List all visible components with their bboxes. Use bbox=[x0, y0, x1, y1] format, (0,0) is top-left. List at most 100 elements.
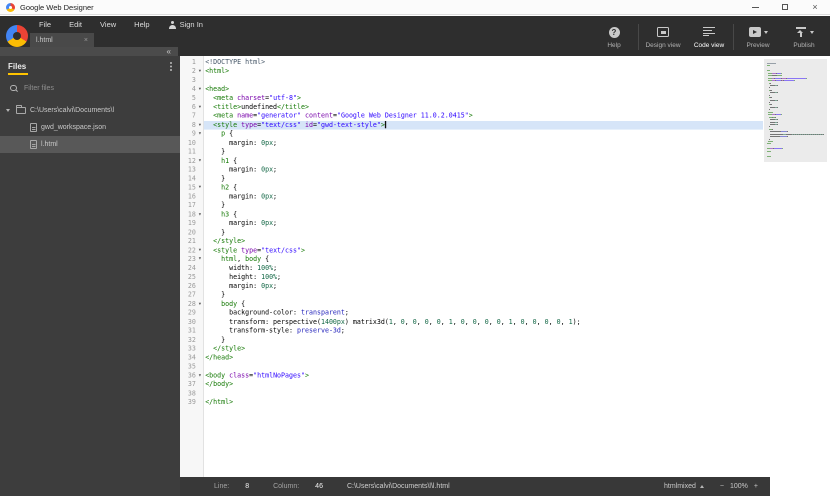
collapse-panel-button[interactable]: « bbox=[167, 47, 171, 56]
minimap-line bbox=[767, 126, 824, 128]
fold-marker-icon[interactable]: ▾ bbox=[196, 300, 204, 309]
preview-icon bbox=[748, 27, 761, 37]
line-number: 3 bbox=[191, 76, 196, 84]
menu-help[interactable]: Help bbox=[125, 20, 158, 29]
fold-gutter bbox=[196, 282, 204, 291]
fold-gutter bbox=[196, 398, 204, 407]
preview-button[interactable]: Preview bbox=[735, 26, 781, 49]
sign-in-button[interactable]: Sign In bbox=[169, 20, 203, 29]
fold-marker-icon[interactable]: ▾ bbox=[196, 183, 204, 192]
minimap-line bbox=[767, 155, 824, 157]
minimap-line bbox=[767, 123, 824, 125]
code-text: height: 100%; bbox=[205, 273, 282, 281]
code-line: 11 } bbox=[180, 148, 763, 157]
fold-marker-icon[interactable]: ▾ bbox=[196, 121, 204, 130]
text-cursor bbox=[384, 120, 386, 128]
search-icon bbox=[10, 84, 18, 93]
menu-view[interactable]: View bbox=[91, 20, 125, 29]
code-text: body { bbox=[205, 300, 246, 308]
fold-gutter bbox=[196, 201, 204, 210]
code-text: </html> bbox=[205, 398, 234, 407]
code-minimap[interactable] bbox=[764, 59, 827, 162]
code-text: } bbox=[205, 291, 226, 299]
fold-marker-icon[interactable]: ▾ bbox=[196, 103, 204, 112]
code-text: </head> bbox=[205, 354, 234, 362]
menu-file[interactable]: File bbox=[30, 20, 60, 29]
minimap-line bbox=[767, 131, 824, 133]
code-line: 38 bbox=[180, 389, 763, 398]
fold-gutter bbox=[196, 94, 204, 103]
line-number: 38 bbox=[187, 389, 196, 398]
publish-button[interactable]: Publish bbox=[781, 26, 827, 49]
line-number: 37 bbox=[187, 380, 196, 389]
expand-caret-icon[interactable] bbox=[6, 109, 10, 112]
design-view-label: Design view bbox=[645, 41, 681, 49]
fold-gutter bbox=[196, 318, 204, 327]
gwd-logo-icon bbox=[6, 25, 28, 47]
line-number: 39 bbox=[187, 398, 196, 407]
code-line: 22 ▾ <style type="text/css"> bbox=[180, 246, 763, 255]
line-number: 29 bbox=[187, 309, 196, 317]
code-editor[interactable]: 1 <!DOCTYPE html> 2 ▾ <html> 3 4 ▾ <head> 5 <meta… bbox=[180, 56, 763, 477]
code-view-button[interactable]: Code view bbox=[686, 26, 732, 49]
line-number: 36 bbox=[187, 371, 196, 380]
code-text: margin: 0px; bbox=[205, 219, 278, 228]
code-text: html, body { bbox=[205, 255, 270, 263]
maximize-button[interactable] bbox=[770, 0, 800, 14]
code-line: 23 ▾ html, body { bbox=[180, 255, 763, 264]
menu-items: File Edit View Help bbox=[30, 20, 159, 29]
code-view-icon bbox=[703, 27, 715, 37]
line-number: 24 bbox=[187, 264, 196, 272]
code-text: } bbox=[205, 148, 226, 156]
filter-files-input[interactable]: Filter files bbox=[0, 79, 180, 98]
code-line: 2 ▾ <html> bbox=[180, 67, 763, 76]
files-panel-header: Files bbox=[0, 56, 180, 77]
fold-marker-icon[interactable]: ▾ bbox=[196, 246, 204, 255]
tree-item-label: C:\Users\calvi\Documents\l bbox=[30, 107, 115, 114]
tree-item-gwd-workspace.json[interactable]: gwd_workspace.json bbox=[0, 119, 180, 136]
tree-item-l.html[interactable]: l.html bbox=[0, 136, 180, 153]
code-line: 14 } bbox=[180, 174, 763, 183]
close-button[interactable]: × bbox=[800, 0, 830, 14]
line-number: 5 bbox=[191, 94, 196, 102]
panel-menu-icon[interactable] bbox=[170, 62, 172, 64]
line-number: 19 bbox=[187, 219, 196, 228]
minimap-line bbox=[767, 128, 824, 130]
code-text: h3 { bbox=[205, 210, 238, 219]
line-number: 7 bbox=[191, 112, 196, 120]
code-line: 7 <meta name="generator" content="Google… bbox=[180, 112, 763, 121]
minimize-button[interactable] bbox=[740, 0, 770, 14]
fold-gutter bbox=[196, 335, 204, 344]
fold-marker-icon[interactable]: ▾ bbox=[196, 67, 204, 76]
syntax-mode-selector[interactable]: htmlmixed bbox=[664, 483, 704, 490]
fold-marker-icon[interactable]: ▾ bbox=[196, 210, 204, 219]
tab-close-icon[interactable]: × bbox=[84, 37, 88, 44]
help-button[interactable]: ? Help bbox=[591, 26, 637, 49]
fold-marker-icon[interactable]: ▾ bbox=[196, 85, 204, 94]
code-line: 3 bbox=[180, 76, 763, 85]
minimap-line bbox=[767, 146, 824, 147]
minimap-line bbox=[767, 99, 824, 101]
minimap-line bbox=[767, 114, 824, 116]
files-panel-title: Files bbox=[8, 62, 29, 75]
line-number: 20 bbox=[187, 228, 196, 237]
minimap-line bbox=[767, 80, 824, 82]
zoom-out-button[interactable]: − bbox=[720, 483, 724, 490]
fold-marker-icon[interactable]: ▾ bbox=[196, 130, 204, 139]
caret-up-icon bbox=[699, 485, 704, 488]
code-line: 8 ▾ <style type="text/css" id="gwd-text-s… bbox=[180, 120, 763, 130]
design-view-button[interactable]: Design view bbox=[640, 26, 686, 49]
menu-edit[interactable]: Edit bbox=[60, 20, 91, 29]
fold-marker-icon[interactable]: ▾ bbox=[196, 255, 204, 264]
fold-marker-icon[interactable]: ▾ bbox=[196, 371, 204, 380]
tab-l-html[interactable]: l.html × bbox=[30, 33, 94, 48]
fold-gutter bbox=[196, 264, 204, 273]
fold-marker-icon[interactable]: ▾ bbox=[196, 156, 204, 165]
zoom-in-button[interactable]: + bbox=[754, 483, 758, 490]
tree-item-l[interactable]: C:\Users\calvi\Documents\l bbox=[0, 102, 180, 119]
minimap-line bbox=[767, 148, 824, 150]
code-text: } bbox=[205, 336, 226, 344]
file-path: C:\Users\calvi\Documents\l\l.html bbox=[346, 483, 450, 490]
